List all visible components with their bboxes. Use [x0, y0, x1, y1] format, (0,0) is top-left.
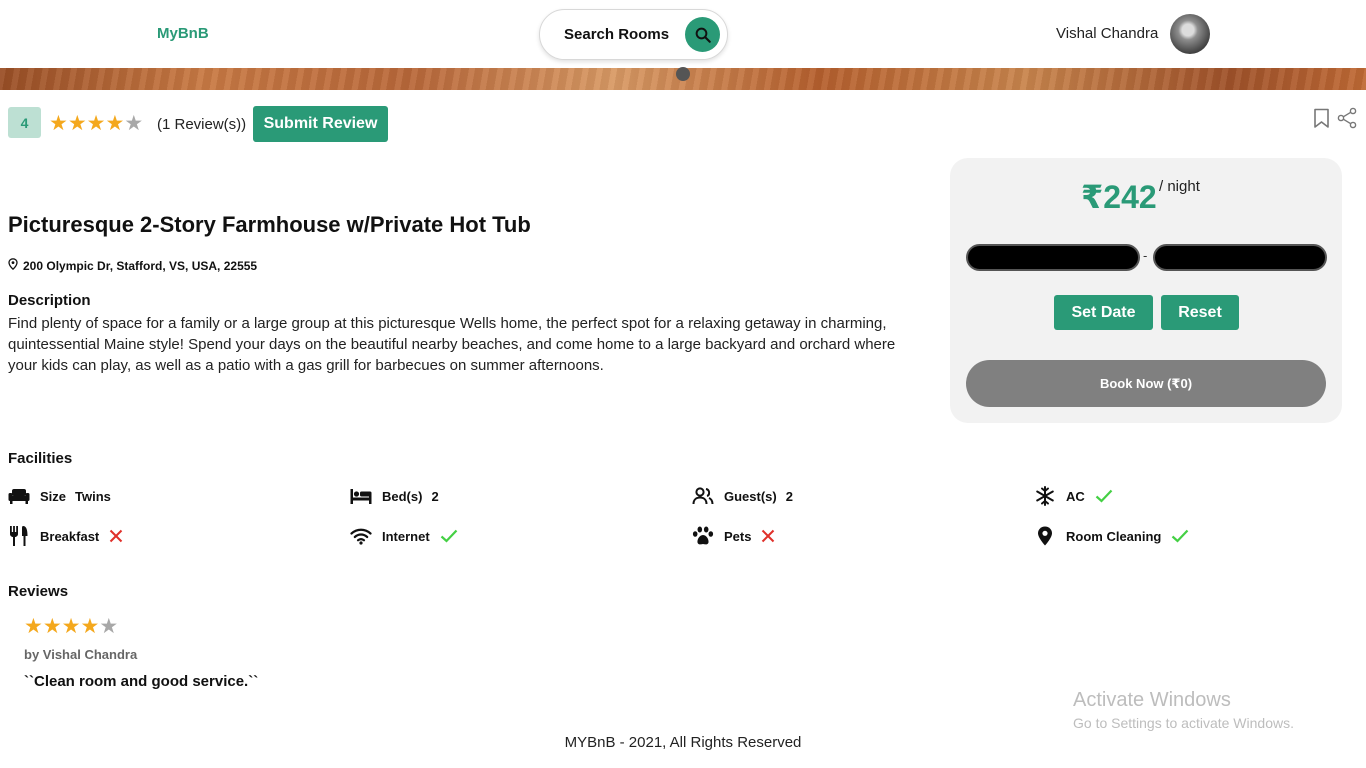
facility-beds: Bed(s) 2	[350, 485, 439, 507]
facility-label: AC	[1066, 488, 1085, 504]
facility-label: Pets	[724, 528, 752, 544]
carousel-dot[interactable]	[676, 67, 690, 81]
per-night-label: / night	[1159, 178, 1200, 195]
rating-badge: 4	[8, 107, 41, 138]
facility-size: Size Twins	[8, 485, 111, 507]
star-filled-icon: ★	[105, 112, 125, 135]
facility-internet: Internet	[350, 525, 458, 547]
star-filled-icon: ★	[67, 112, 87, 135]
facility-room-cleaning: Room Cleaning	[1034, 525, 1189, 547]
facility-value: 2	[785, 488, 793, 504]
address: 200 Olympic Dr, Stafford, VS, USA, 22555	[8, 258, 257, 273]
check-icon	[1095, 489, 1113, 503]
booking-card: ₹242 / night - Set Date Reset Book Now (…	[950, 158, 1342, 423]
guests-icon	[692, 485, 714, 507]
user-name[interactable]: Vishal Chandra	[1056, 25, 1158, 42]
facility-label: Guest(s)	[724, 488, 777, 504]
review-count: (1 Review(s))	[157, 116, 247, 133]
reviews-heading: Reviews	[8, 583, 69, 600]
listing-title: Picturesque 2-Story Farmhouse w/Private …	[8, 212, 531, 237]
price: ₹242	[1081, 179, 1157, 215]
check-icon	[1171, 529, 1189, 543]
facility-guests: Guest(s) 2	[692, 485, 793, 507]
avatar[interactable]	[1170, 14, 1210, 54]
facility-ac: AC	[1034, 485, 1113, 507]
snowflake-icon	[1034, 485, 1056, 507]
check-icon	[440, 529, 458, 543]
star-filled-icon: ★	[49, 112, 68, 135]
share-icon[interactable]	[1336, 107, 1358, 134]
book-now-button[interactable]: Book Now (₹0)	[966, 360, 1326, 407]
check-in-date-input[interactable]	[966, 244, 1140, 271]
top-navbar: MyBnB Search Rooms Vishal Chandra	[0, 0, 1366, 68]
search-label: Search Rooms	[564, 26, 670, 43]
star-filled-icon: ★	[80, 615, 100, 638]
facility-pets: Pets	[692, 525, 775, 547]
date-separator: -	[1143, 248, 1148, 263]
location-pin-icon	[8, 258, 18, 273]
activate-windows-title: Activate Windows	[1073, 689, 1231, 711]
bookmark-icon[interactable]	[1313, 108, 1330, 134]
check-out-date-input[interactable]	[1153, 244, 1327, 271]
star-filled-icon: ★	[24, 615, 43, 638]
activate-windows-subtitle: Go to Settings to activate Windows.	[1073, 715, 1294, 731]
facility-value: 2	[431, 488, 439, 504]
facility-breakfast: Breakfast	[8, 525, 123, 547]
star-filled-icon: ★	[61, 615, 81, 638]
location-pin-icon	[1034, 525, 1056, 547]
app-logo[interactable]: MyBnB	[157, 25, 209, 42]
cross-icon	[109, 529, 123, 543]
description-text: Find plenty of space for a family or a l…	[8, 315, 896, 374]
footer-text: MYBnB - 2021, All Rights Reserved	[564, 734, 802, 751]
search-rooms-button[interactable]: Search Rooms	[539, 9, 728, 60]
star-filled-icon: ★	[42, 615, 62, 638]
facility-label: Size	[40, 488, 67, 504]
sofa-icon	[8, 485, 30, 507]
review-text: ``Clean room and good service.``	[24, 673, 259, 690]
star-empty-icon: ★	[124, 112, 144, 135]
search-icon[interactable]	[685, 17, 720, 52]
paw-icon	[692, 525, 714, 547]
description-heading: Description	[8, 292, 91, 309]
rating-stars: ★ ★ ★ ★ ★	[49, 113, 143, 134]
bed-icon	[350, 485, 372, 507]
submit-review-button[interactable]: Submit Review	[253, 106, 388, 142]
facilities-heading: Facilities	[8, 450, 73, 467]
wifi-icon	[350, 525, 372, 547]
facility-label: Room Cleaning	[1066, 528, 1162, 544]
facility-label: Bed(s)	[382, 488, 423, 504]
review-stars: ★ ★ ★ ★ ★	[24, 616, 118, 637]
facility-value: Twins	[75, 488, 111, 504]
facility-label: Breakfast	[40, 528, 100, 544]
set-date-button[interactable]: Set Date	[1054, 295, 1153, 330]
address-text: 200 Olympic Dr, Stafford, VS, USA, 22555	[23, 258, 258, 273]
reset-button[interactable]: Reset	[1161, 295, 1239, 330]
star-filled-icon: ★	[86, 112, 106, 135]
facility-label: Internet	[382, 528, 430, 544]
utensils-icon	[8, 525, 30, 547]
review-author: by Vishal Chandra	[24, 647, 138, 662]
cross-icon	[761, 529, 775, 543]
star-empty-icon: ★	[99, 615, 119, 638]
